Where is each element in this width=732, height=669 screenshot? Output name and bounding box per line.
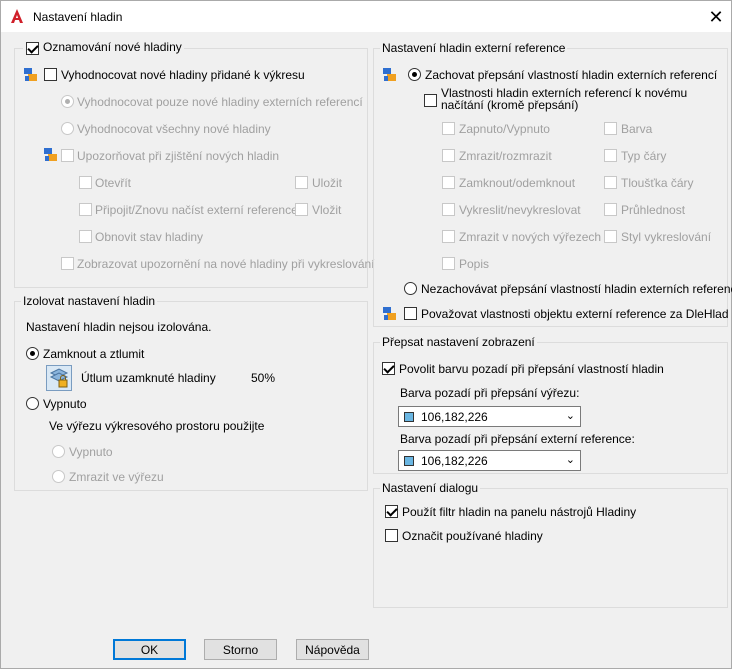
treat-bylayer-label: Považovat vlastnosti objektu externí ref… [421, 307, 729, 321]
isolate-status: Nastavení hladin nejsou izolována. [26, 320, 212, 334]
open-label: Otevřít [95, 176, 132, 190]
save-label: Uložit [312, 176, 343, 190]
attach-checkbox[interactable] [79, 203, 92, 216]
ok-button[interactable]: OK [113, 639, 186, 660]
xref-prop-label: Zmrazit v nových výřezech [459, 230, 602, 244]
new-layer-notification-legend: Oznamování nové hladiny [23, 40, 184, 54]
new-layer-notification-group [14, 48, 368, 288]
xref-bg-label: Barva pozadí při přepsání externí refere… [400, 432, 635, 446]
eval-xref-radio[interactable] [61, 95, 74, 108]
vp-freeze-label: Zmrazit ve výřezu [69, 470, 164, 484]
xref-layer-icon [383, 68, 396, 81]
dialog-settings-legend: Nastavení dialogu [380, 481, 481, 495]
vp-freeze-radio[interactable] [52, 470, 65, 483]
vp-bg-label: Barva pozadí při přepsání výřezu: [400, 386, 580, 400]
color-swatch [404, 456, 414, 466]
xref-prop-checkbox[interactable] [604, 122, 617, 135]
xref-prop-label: Průhlednost [621, 203, 686, 217]
xref-prop-checkbox[interactable] [442, 203, 455, 216]
override-display-legend: Přepsat nastavení zobrazení [380, 335, 537, 349]
new-layer-notification-label: Oznamování nové hladiny [43, 40, 182, 54]
not-keep-overrides-label: Nezachovávat přepsání vlastností hladin … [421, 282, 732, 296]
treat-bylayer-checkbox[interactable] [404, 307, 417, 320]
locked-layer-fade-icon[interactable] [46, 365, 72, 391]
layer-notify-icon [24, 68, 37, 81]
use-filter-label: Použít filtr hladin na panelu nástrojů H… [402, 505, 637, 519]
lock-fade-label: Zamknout a ztlumit [43, 347, 145, 361]
vp-off-radio[interactable] [52, 445, 65, 458]
dialog-window: Nastavení hladin ✕ Oznamování nové hladi… [0, 0, 732, 669]
vp-bg-color-select[interactable]: 106,182,226 ⌄ [398, 406, 581, 427]
xref-prop-label: Zamknout/odemknout [459, 176, 576, 190]
evaluate-new-layers-checkbox[interactable] [44, 68, 57, 81]
xref-prop-checkbox[interactable] [604, 203, 617, 216]
open-checkbox[interactable] [79, 176, 92, 189]
xref-prop-checkbox[interactable] [442, 230, 455, 243]
restore-label: Obnovit stav hladiny [95, 230, 204, 244]
save-checkbox[interactable] [295, 176, 308, 189]
xref-bg-color-value: 106,182,226 [421, 454, 488, 468]
xref-bg-color-select[interactable]: 106,182,226 ⌄ [398, 450, 581, 471]
xref-bylayer-icon [383, 307, 396, 320]
xref-legend: Nastavení hladin externí reference [380, 41, 568, 55]
mark-used-label: Označit používané hladiny [402, 529, 543, 543]
attach-label: Připojit/Znovu načíst externí reference [95, 203, 298, 217]
xref-prop-label: Zmrazit/rozmrazit [459, 149, 552, 163]
notify-checkbox[interactable] [61, 149, 74, 162]
xref-prop-label: Zapnuto/Vypnuto [459, 122, 550, 136]
restore-checkbox[interactable] [79, 230, 92, 243]
reload-properties-checkbox[interactable] [424, 94, 437, 107]
xref-prop-label: Typ čáry [621, 149, 667, 163]
keep-overrides-label: Zachovat přepsání vlastností hladin exte… [425, 68, 718, 82]
help-button[interactable]: Nápověda [296, 639, 369, 660]
evaluate-new-layers-label: Vyhodnocovat nové hladiny přidané k výkr… [61, 68, 305, 82]
off-label: Vypnuto [43, 397, 87, 411]
isolate-legend: Izolovat nastavení hladin [21, 294, 158, 308]
lock-fade-radio[interactable] [26, 347, 39, 360]
keep-overrides-radio[interactable] [408, 68, 421, 81]
xref-prop-checkbox[interactable] [442, 122, 455, 135]
xref-prop-label: Popis [459, 257, 490, 271]
chevron-down-icon: ⌄ [565, 410, 575, 422]
window-title: Nastavení hladin [33, 10, 123, 24]
new-layer-notification-checkbox[interactable] [26, 42, 39, 55]
xref-prop-checkbox[interactable] [442, 149, 455, 162]
layer-warning-icon [44, 148, 57, 161]
eval-all-radio[interactable] [61, 122, 74, 135]
fade-label: Útlum uzamknuté hladiny [81, 371, 216, 385]
eval-xref-label: Vyhodnocovat pouze nové hladiny externíc… [77, 95, 363, 109]
eval-all-label: Vyhodnocovat všechny nové hladiny [77, 122, 271, 136]
xref-prop-checkbox[interactable] [604, 149, 617, 162]
xref-prop-checkbox[interactable] [604, 230, 617, 243]
title-bar: Nastavení hladin ✕ [1, 1, 731, 32]
vp-off-label: Vypnuto [69, 445, 113, 459]
xref-prop-label: Tloušťka čáry [621, 176, 694, 190]
viewport-text: Ve výřezu výkresového prostoru použijte [49, 419, 265, 433]
chevron-down-icon: ⌄ [565, 454, 575, 466]
color-swatch [404, 412, 414, 422]
close-icon[interactable]: ✕ [705, 6, 727, 28]
autocad-logo-icon [11, 9, 23, 23]
xref-prop-label: Barva [621, 122, 653, 136]
notify-label: Upozorňovat při zjištění nových hladin [77, 149, 280, 163]
use-filter-checkbox[interactable] [385, 505, 398, 518]
show-warning-label: Zobrazovat upozornění na nové hladiny př… [77, 257, 375, 271]
not-keep-overrides-radio[interactable] [404, 282, 417, 295]
enable-bg-color-label: Povolit barvu pozadí při přepsání vlastn… [399, 362, 664, 376]
fade-value: 50% [251, 371, 276, 385]
vp-bg-color-value: 106,182,226 [421, 410, 488, 424]
off-radio[interactable] [26, 397, 39, 410]
insert-checkbox[interactable] [295, 203, 308, 216]
mark-used-checkbox[interactable] [385, 529, 398, 542]
xref-prop-checkbox[interactable] [604, 176, 617, 189]
xref-prop-checkbox[interactable] [442, 257, 455, 270]
xref-prop-label: Vykreslit/nevykreslovat [459, 203, 581, 217]
cancel-button[interactable]: Storno [204, 639, 277, 660]
insert-label: Vložit [312, 203, 342, 217]
xref-prop-label: Styl vykreslování [621, 230, 712, 244]
reload-properties-line2: načítání (kromě přepsání) [441, 98, 579, 112]
show-warning-checkbox[interactable] [61, 257, 74, 270]
enable-bg-color-checkbox[interactable] [382, 362, 395, 375]
xref-prop-checkbox[interactable] [442, 176, 455, 189]
